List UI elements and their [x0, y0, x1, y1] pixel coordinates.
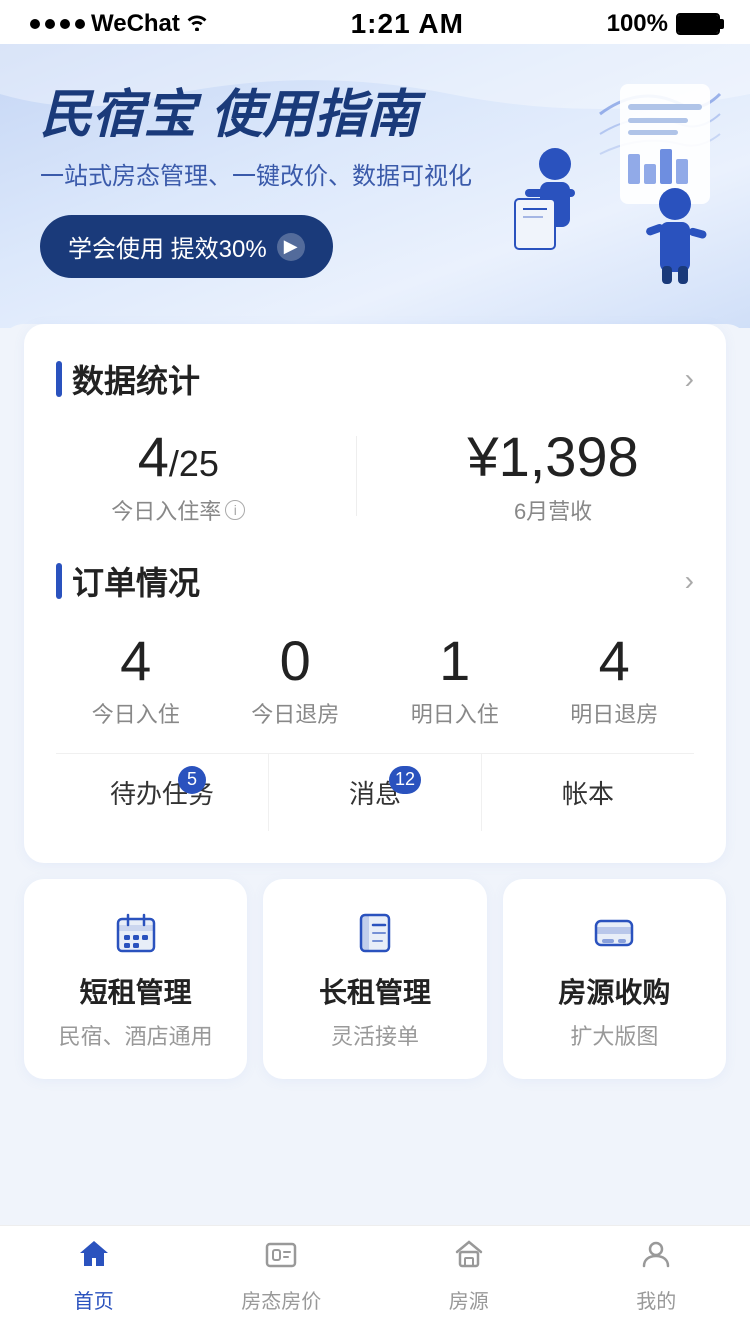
- nav-label-home: 首页: [74, 1285, 114, 1314]
- service-desc-0: 民宿、酒店通用: [44, 1019, 227, 1051]
- nav-label-room-price: 房态房价: [241, 1285, 321, 1314]
- order-label-0: 今日入住: [92, 697, 180, 729]
- title-bar-accent: [56, 361, 62, 397]
- service-grid: 短租管理 民宿、酒店通用 长租管理 灵活接单: [24, 879, 726, 1079]
- nav-item-profile[interactable]: 我的: [606, 1236, 706, 1314]
- nav-label-profile: 我的: [636, 1285, 676, 1314]
- order-title-bar-accent: [56, 563, 62, 599]
- banner-subtitle: 一站式房态管理、一键改价、数据可视化: [40, 156, 710, 191]
- revenue-value: ¥1,398: [467, 426, 638, 488]
- order-value-3: 4: [570, 628, 658, 693]
- battery-percent: 100%: [607, 10, 668, 38]
- bottom-nav: 首页 房态房价 房源 我的: [0, 1225, 750, 1334]
- nav-item-room-price[interactable]: 房态房价: [231, 1236, 331, 1314]
- service-name-0: 短租管理: [44, 971, 227, 1011]
- service-name-2: 房源收购: [523, 971, 706, 1011]
- document-icon: [283, 911, 466, 955]
- battery-icon: [676, 13, 720, 35]
- banner-title: 民宿宝 使用指南: [40, 84, 710, 146]
- occupancy-stat: 4/25 今日入住率 i: [111, 426, 245, 526]
- data-stats-chevron-icon[interactable]: ›: [685, 363, 694, 395]
- stats-row: 4/25 今日入住率 i ¥1,398 6月营收: [56, 426, 694, 526]
- order-label-3: 明日退房: [570, 697, 658, 729]
- main-content: 数据统计 › 4/25 今日入住率 i ¥1,398 6月营收: [0, 324, 750, 1215]
- nav-item-properties[interactable]: 房源: [419, 1236, 519, 1314]
- home-icon: [76, 1236, 112, 1281]
- order-item-1: 0 今日退房: [251, 628, 339, 729]
- order-value-0: 4: [92, 628, 180, 693]
- banner: 民宿宝 使用指南 一站式房态管理、一键改价、数据可视化 学会使用 提效30% ▶: [0, 44, 750, 328]
- service-card-short-rent[interactable]: 短租管理 民宿、酒店通用: [24, 879, 247, 1079]
- order-stats-header: 订单情况 ›: [56, 558, 694, 604]
- service-desc-1: 灵活接单: [283, 1019, 466, 1051]
- order-item-3: 4 明日退房: [570, 628, 658, 729]
- todo-badge: 5: [178, 766, 206, 794]
- quick-actions: 待办任务 5 消息 12 帐本: [56, 753, 694, 831]
- stat-divider: [356, 436, 357, 516]
- service-card-long-rent[interactable]: 长租管理 灵活接单: [263, 879, 486, 1079]
- revenue-stat: ¥1,398 6月营收: [467, 426, 638, 526]
- ledger-label: 帐本: [562, 774, 614, 811]
- service-desc-2: 扩大版图: [523, 1019, 706, 1051]
- nav-label-properties: 房源: [449, 1285, 489, 1314]
- signal-dots: [30, 19, 85, 29]
- service-name-1: 长租管理: [283, 971, 466, 1011]
- order-value-1: 0: [251, 628, 339, 693]
- carrier-label: WeChat: [91, 10, 180, 38]
- info-icon: i: [225, 500, 245, 520]
- occupancy-label: 今日入住率 i: [111, 494, 245, 526]
- messages-badge: 12: [389, 766, 421, 794]
- service-card-acquisition[interactable]: 房源收购 扩大版图: [503, 879, 726, 1079]
- status-carrier-area: WeChat: [30, 10, 208, 38]
- order-stats-chevron-icon[interactable]: ›: [685, 565, 694, 597]
- house-icon: [451, 1236, 487, 1281]
- banner-btn-arrow-icon: ▶: [277, 233, 305, 261]
- status-bar: WeChat 1:21 AM 100%: [0, 0, 750, 44]
- room-icon: [263, 1236, 299, 1281]
- order-stats-title: 订单情况: [56, 558, 200, 604]
- quick-action-ledger[interactable]: 帐本: [481, 754, 694, 831]
- order-label-1: 今日退房: [251, 697, 339, 729]
- data-stats-title: 数据统计: [56, 356, 200, 402]
- banner-button[interactable]: 学会使用 提效30% ▶: [40, 215, 333, 278]
- quick-action-todo[interactable]: 待办任务 5: [56, 754, 268, 831]
- order-item-2: 1 明日入住: [411, 628, 499, 729]
- person-icon: [638, 1236, 674, 1281]
- status-battery-area: 100%: [607, 10, 720, 38]
- order-value-2: 1: [411, 628, 499, 693]
- revenue-label: 6月营收: [467, 494, 638, 526]
- card-icon: [523, 911, 706, 955]
- status-time: 1:21 AM: [351, 8, 464, 40]
- order-row: 4 今日入住 0 今日退房 1 明日入住 4 明日退房: [56, 628, 694, 729]
- nav-item-home[interactable]: 首页: [44, 1236, 144, 1314]
- order-item-0: 4 今日入住: [92, 628, 180, 729]
- data-stats-card: 数据统计 › 4/25 今日入住率 i ¥1,398 6月营收: [24, 324, 726, 863]
- wifi-icon: [186, 11, 208, 37]
- occupancy-value: 4/25: [111, 426, 245, 488]
- order-label-2: 明日入住: [411, 697, 499, 729]
- data-stats-header: 数据统计 ›: [56, 356, 694, 402]
- calendar-icon: [44, 911, 227, 955]
- quick-action-messages[interactable]: 消息 12: [268, 754, 481, 831]
- banner-btn-label: 学会使用 提效30%: [68, 229, 267, 264]
